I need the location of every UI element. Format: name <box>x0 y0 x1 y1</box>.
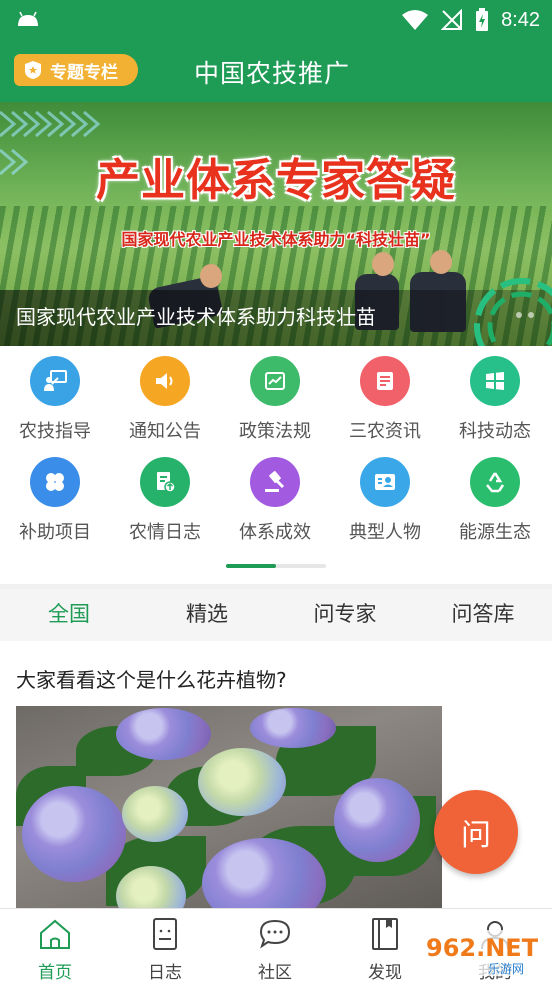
journal-icon <box>153 918 177 950</box>
grid-page-indicator-active <box>226 564 276 568</box>
hydrangea-flower <box>250 708 336 748</box>
gavel-icon <box>250 457 300 507</box>
banner-person-head <box>200 264 222 288</box>
hydrangea-flower <box>122 786 188 842</box>
status-bar: 8:42 <box>0 0 552 42</box>
grid-item-label: 体系成效 <box>239 522 311 543</box>
four-petal-icon <box>30 457 80 507</box>
android-icon <box>18 11 38 26</box>
windows-icon <box>470 356 520 406</box>
grid-item-label: 政策法规 <box>239 421 311 442</box>
chat-icon <box>259 919 291 949</box>
hydrangea-flower <box>22 786 126 882</box>
grid-item-label: 农技指导 <box>19 421 91 442</box>
tab-ask-expert[interactable]: 问专家 <box>276 589 414 641</box>
feed-tabs: 全国 精选 问专家 问答库 <box>0 589 552 641</box>
ask-question-button[interactable]: 问 <box>434 790 518 874</box>
hydrangea-flower <box>198 748 286 816</box>
banner-subheadline: 国家现代农业产业技术体系助力“科技壮苗” <box>121 230 431 249</box>
status-time: 8:42 <box>501 8 540 31</box>
tab-national[interactable]: 全国 <box>0 589 138 641</box>
nav-home[interactable]: 首页 <box>0 909 110 983</box>
grid-item-label: 能源生态 <box>459 522 531 543</box>
post-image[interactable] <box>16 706 442 910</box>
site-watermark-logo: 962.NET 乐游网 <box>418 930 550 976</box>
banner-person-head <box>372 252 394 276</box>
grid-item-subsidy[interactable]: 补助项目 <box>0 457 110 544</box>
special-column-label: 专题专栏 <box>50 62 118 83</box>
log-upload-icon <box>140 457 190 507</box>
tab-qa-library[interactable]: 问答库 <box>414 589 552 641</box>
grid-page-indicator[interactable] <box>226 564 326 568</box>
grid-item-label: 科技动态 <box>459 421 531 442</box>
home-icon <box>40 919 70 949</box>
shield-star-icon <box>25 61 41 79</box>
recycle-icon <box>470 457 520 507</box>
nav-community[interactable]: 社区 <box>220 909 330 983</box>
grid-item-agri-guidance[interactable]: 农技指导 <box>0 356 110 443</box>
banner-headline: 产业体系专家答疑 <box>96 155 456 206</box>
battery-charging-icon <box>476 8 489 31</box>
grid-item-news[interactable]: 三农资讯 <box>330 356 440 443</box>
special-column-button[interactable]: 专题专栏 <box>14 54 138 86</box>
person-board-icon <box>30 356 80 406</box>
grid-item-tech-news[interactable]: 科技动态 <box>440 356 550 443</box>
nav-journal[interactable]: 日志 <box>110 909 220 983</box>
no-signal-icon <box>441 9 463 30</box>
carousel-dot[interactable] <box>516 312 522 318</box>
hydrangea-flower <box>116 708 211 760</box>
svg-text:962.NET: 962.NET <box>426 934 539 962</box>
grid-item-policy[interactable]: 政策法规 <box>220 356 330 443</box>
swirl-decoration-icon <box>474 278 552 346</box>
document-chart-icon <box>250 356 300 406</box>
grid-item-farm-log[interactable]: 农情日志 <box>110 457 220 544</box>
svg-text:乐游网: 乐游网 <box>488 962 524 976</box>
nav-home-label: 首页 <box>38 963 72 983</box>
grid-item-label: 补助项目 <box>19 522 91 543</box>
hydrangea-flower <box>334 778 420 862</box>
carousel-indicator[interactable] <box>516 312 534 318</box>
grid-item-notice[interactable]: 通知公告 <box>110 356 220 443</box>
news-list-icon <box>360 356 410 406</box>
grid-item-label: 通知公告 <box>129 421 201 442</box>
nav-community-label: 社区 <box>258 963 292 983</box>
grid-item-role-models[interactable]: 典型人物 <box>330 457 440 544</box>
grid-item-label: 典型人物 <box>349 522 421 543</box>
banner-person-head <box>430 250 452 274</box>
wifi-icon <box>402 10 429 30</box>
grid-item-energy-ecology[interactable]: 能源生态 <box>440 457 550 544</box>
tab-featured[interactable]: 精选 <box>138 589 276 641</box>
nav-journal-label: 日志 <box>148 963 182 983</box>
app-bar: 专题专栏 中国农技推广 <box>0 42 552 102</box>
post-title[interactable]: 大家看看这个是什么花卉植物? <box>16 664 287 693</box>
banner-caption: 国家现代农业产业技术体系助力科技壮苗 <box>16 305 376 329</box>
page-title: 中国农技推广 <box>194 59 351 88</box>
id-card-icon <box>360 457 410 507</box>
grid-item-label: 三农资讯 <box>349 421 421 442</box>
grid-item-label: 农情日志 <box>129 522 201 543</box>
speaker-icon <box>140 356 190 406</box>
grid-item-achievements[interactable]: 体系成效 <box>220 457 330 544</box>
banner-carousel[interactable]: 产业体系专家答疑 国家现代农业产业技术体系助力“科技壮苗” 国家现代农业产业技术… <box>0 102 552 346</box>
carousel-dot[interactable] <box>528 312 534 318</box>
book-icon <box>372 918 398 950</box>
